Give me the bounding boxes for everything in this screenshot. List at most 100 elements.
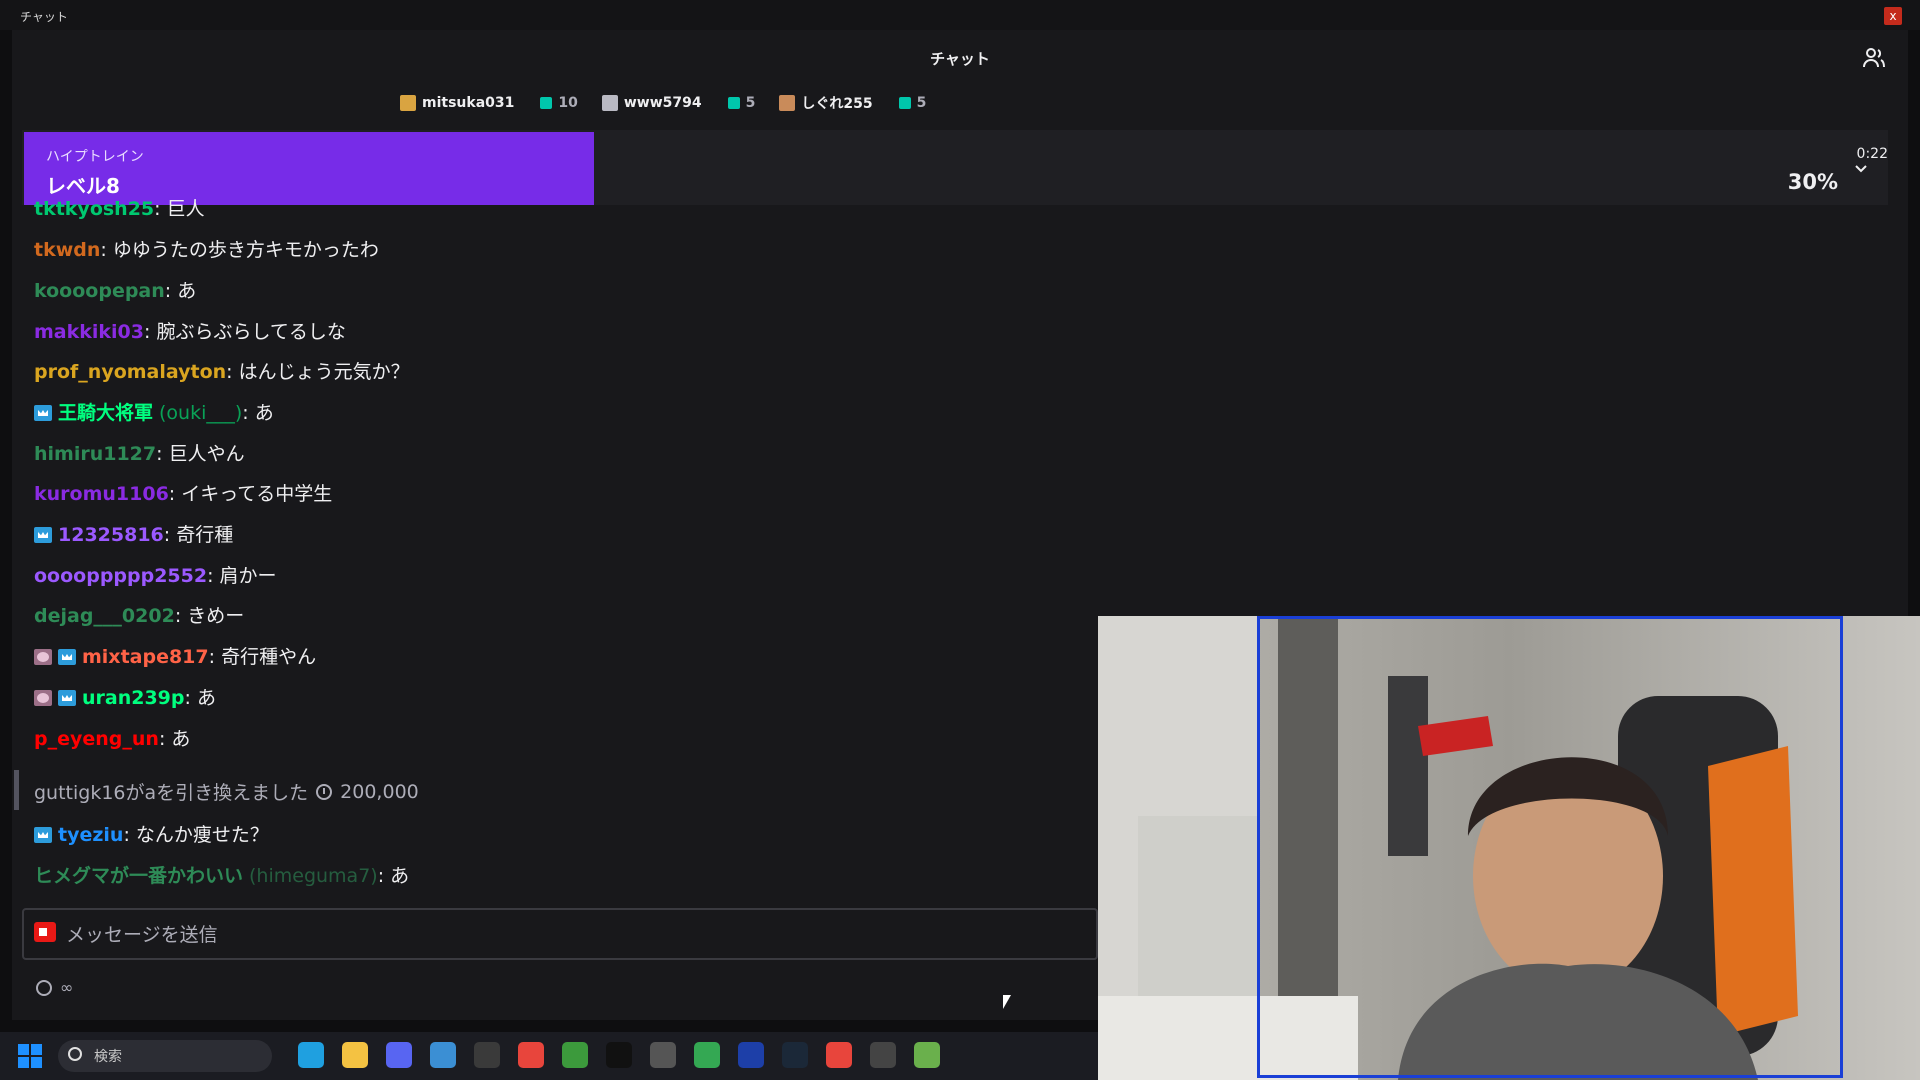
chat-message: mixtape817: 奇行種やん [34, 644, 316, 670]
chat-username[interactable]: 王騎大将軍 [58, 400, 153, 426]
chat-username[interactable]: tyeziu [58, 822, 123, 848]
chat-message-text: : あ [164, 280, 197, 302]
leaderboard-user: しぐれ255 [801, 96, 873, 112]
chat-message-text: : なんか痩せた？ [123, 824, 269, 846]
chat-username[interactable]: ヒメグマが一番かわいい [34, 863, 243, 889]
search-icon [68, 1047, 82, 1061]
chat-message: koooopepan: あ [34, 278, 196, 304]
webcam-frame [1257, 616, 1843, 1078]
chat-message-text: : 肩かー [207, 565, 277, 587]
chat-message: prof_nyomalayton: はんじょう元気か？ [34, 359, 410, 385]
leaderboard-user: www5794 [623, 95, 702, 111]
gift-icon [400, 95, 416, 111]
chat-message-text: : 巨人 [154, 198, 205, 220]
chat-message-text: : あ [184, 687, 216, 709]
subscriber-badge-icon[interactable] [58, 690, 76, 706]
play-icon[interactable] [914, 1042, 940, 1068]
discord-icon[interactable] [386, 1042, 412, 1068]
chat-message: 王騎大将軍 (ouki___): あ [34, 400, 274, 426]
window-title: チャット [20, 10, 68, 24]
drive-icon[interactable] [694, 1042, 720, 1068]
chrome-icon[interactable] [518, 1042, 544, 1068]
keyboard-icon[interactable] [650, 1042, 676, 1068]
chat-user-login: (himeguma7) [249, 865, 378, 887]
window-title-bar: チャット [0, 0, 1920, 30]
subscriber-badge-icon[interactable] [34, 405, 52, 421]
redemption-text: guttigk16がaを引き換えました [34, 782, 309, 804]
channel-points[interactable]: ∞ [36, 978, 73, 997]
chat-user-login: (ouki___) [159, 402, 243, 424]
chat-message: tyeziu: なんか痩せた？ [34, 822, 269, 848]
leaderboard-item[interactable]: しぐれ255 5 [779, 93, 926, 113]
gift-icon [601, 95, 618, 111]
chat-message: ヒメグマが一番かわいい (himeguma7): あ [34, 863, 409, 889]
artist-badge-icon[interactable] [34, 649, 52, 665]
channel-points-icon [36, 979, 52, 996]
steam-icon[interactable] [782, 1042, 808, 1068]
chat-username[interactable]: 12325816 [58, 522, 164, 548]
hype-train-level: レベル8 [46, 174, 120, 198]
chat-username[interactable]: makkiki03 [34, 319, 144, 345]
chat-header: チャット [12, 30, 1908, 86]
artist-badge-icon[interactable] [34, 690, 52, 706]
redemption-points: 200,000 [340, 780, 419, 803]
gift-count-icon [898, 97, 911, 109]
channel-points-value: ∞ [60, 978, 74, 997]
chat-username[interactable]: p_eyeng_un [34, 726, 159, 752]
chat-message-text: : はんじょう元気か？ [226, 361, 410, 383]
chat-username[interactable]: tkwdn [34, 237, 100, 263]
chat-username[interactable]: koooopepan [34, 278, 165, 304]
taskbar-search[interactable] [58, 1040, 272, 1072]
leaderboard-item[interactable]: mitsuka031 10 [400, 95, 578, 111]
x-icon[interactable] [606, 1042, 632, 1068]
subscriber-badge-icon[interactable] [34, 827, 52, 843]
display-icon[interactable] [738, 1042, 764, 1068]
chat-message-text: : きめー [174, 605, 245, 627]
mouse-cursor [1003, 995, 1011, 1009]
leaderboard-count: 5 [745, 95, 756, 111]
folder-icon[interactable] [342, 1042, 368, 1068]
chat-message: tktkyosh25: 巨人 [34, 196, 205, 222]
chat-message-text: : あ [377, 865, 410, 887]
leaderboard-count: 10 [558, 95, 578, 111]
chat-username[interactable]: tktkyosh25 [34, 196, 154, 222]
subscriber-badge-icon[interactable] [34, 527, 52, 543]
chat-title: チャット [930, 50, 990, 68]
minecraft-icon[interactable] [562, 1042, 588, 1068]
gift-leaderboard: mitsuka031 10 www5794 5 しぐれ255 5 [400, 92, 926, 114]
obs-icon[interactable] [474, 1042, 500, 1068]
chat-username[interactable]: mixtape817 [82, 644, 209, 670]
chat-message-text: : 奇行種 [163, 524, 234, 546]
chat-message-text: : ゆゆうたの歩き方キモかったわ [100, 239, 379, 261]
chat-username[interactable]: ooooppppp2552 [34, 563, 207, 589]
video-camera-icon[interactable] [34, 922, 56, 942]
notes-icon[interactable] [430, 1042, 456, 1068]
chevron-down-icon[interactable] [1850, 158, 1872, 180]
chat-message: 12325816: 奇行種 [34, 522, 233, 548]
community-users-icon[interactable] [1862, 46, 1886, 70]
close-button[interactable]: x [1884, 7, 1902, 25]
subscriber-badge-icon[interactable] [58, 649, 76, 665]
chat-input-placeholder: メッセージを送信 [66, 924, 218, 946]
chat-message: p_eyeng_un: あ [34, 726, 190, 752]
chat-message: kuromu1106: イキってる中学生 [34, 481, 332, 507]
chat-message: makkiki03: 腕ぶらぶらしてるしな [34, 319, 346, 345]
unity-icon[interactable] [870, 1042, 896, 1068]
redemption-indicator [14, 770, 19, 810]
chat-username[interactable]: prof_nyomalayton [34, 359, 226, 385]
chat-username[interactable]: kuromu1106 [34, 481, 169, 507]
chat-message: dejag___0202: きめー [34, 603, 244, 629]
chat-message-text: : 奇行種やん [208, 646, 317, 668]
windows-start-icon[interactable] [18, 1044, 42, 1068]
gift-count-icon [727, 97, 740, 109]
chat-username[interactable]: dejag___0202 [34, 603, 175, 629]
hype-train-percent: 30% [1787, 170, 1838, 194]
leaderboard-item[interactable]: www5794 5 [601, 95, 756, 111]
edge-icon[interactable] [298, 1042, 324, 1068]
chat-message-text: : イキってる中学生 [168, 483, 333, 505]
chat-username[interactable]: himiru1127 [34, 441, 156, 467]
chrome-icon[interactable] [826, 1042, 852, 1068]
chat-username[interactable]: uran239p [82, 685, 185, 711]
chat-message: himiru1127: 巨人やん [34, 441, 245, 467]
chat-message-text: : 巨人やん [156, 443, 245, 465]
